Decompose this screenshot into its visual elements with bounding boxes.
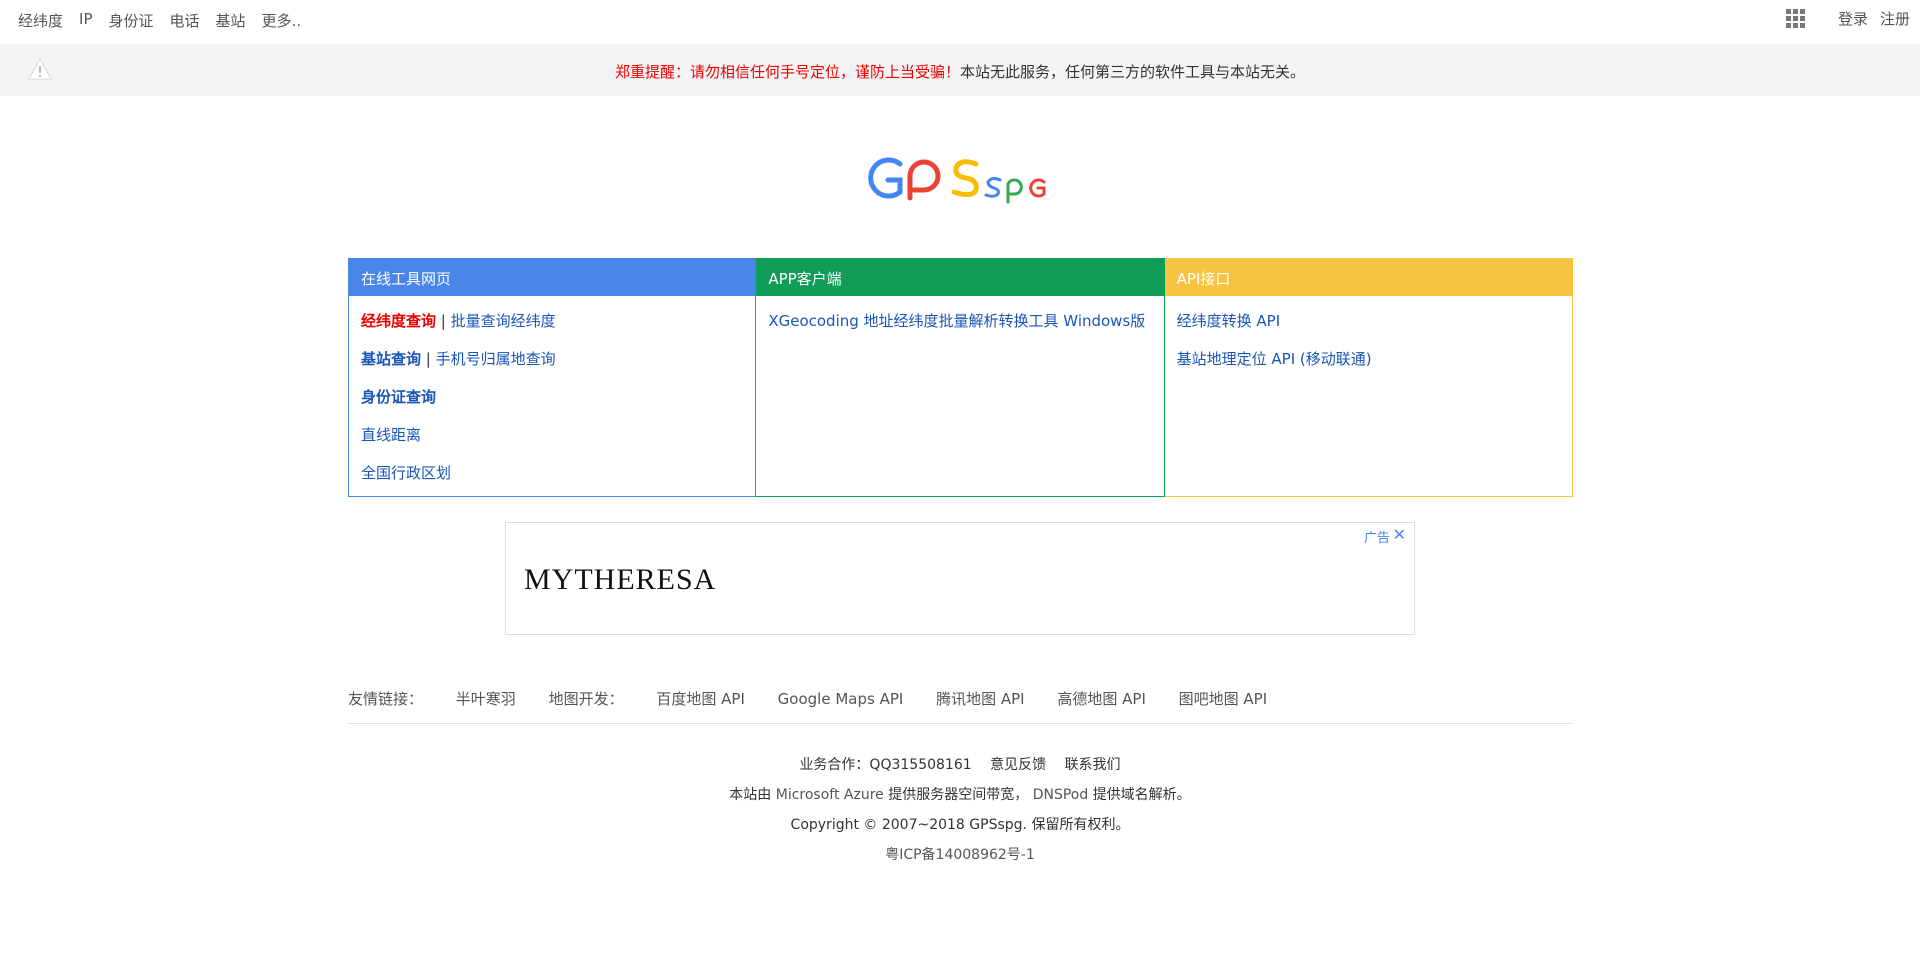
footer: 业务合作：QQ315508161 意见反馈 联系我们 本站由 Microsoft…: [0, 753, 1920, 873]
latlng-query-link[interactable]: 经纬度查询: [361, 312, 436, 330]
admin-regions-link[interactable]: 全国行政区划: [361, 464, 451, 482]
gpsspg-logo[interactable]: [862, 150, 1062, 206]
notice-disclaimer-text: 本站无此服务，任何第三方的软件工具与本站无关。: [960, 63, 1306, 81]
online-tools-panel: 在线工具网页 经纬度查询 | 批量查询经纬度 基站查询 | 手机号归属地查询 身…: [348, 258, 757, 497]
basestation-query-link[interactable]: 基站查询: [361, 350, 421, 368]
basestation-api-link[interactable]: 基站地理定位 API (移动联通): [1177, 350, 1372, 368]
feedback-link[interactable]: 意见反馈: [990, 757, 1046, 773]
xgeocoding-link[interactable]: XGeocoding 地址经纬度批量解析转换工具 Windows版: [768, 312, 1145, 330]
notice-text: 郑重提醒：请勿相信任何手号定位，谨防上当受骗！本站无此服务，任何第三方的软件工具…: [0, 61, 1920, 82]
app-client-panel: APP客户端 XGeocoding 地址经纬度批量解析转换工具 Windows版: [756, 258, 1165, 497]
azure-link[interactable]: Microsoft Azure: [776, 787, 884, 803]
nav-idcard[interactable]: 身份证: [109, 10, 154, 31]
business-contact[interactable]: 业务合作：QQ315508161: [799, 757, 971, 773]
friend-links-label: 友情链接：: [348, 690, 424, 708]
separator: |: [440, 312, 451, 330]
advertisement-banner[interactable]: MYTHERESA 广告 ✕: [505, 522, 1415, 635]
tencent-map-api-link[interactable]: 腾讯地图 API: [936, 690, 1025, 708]
ad-label[interactable]: 广告: [1364, 527, 1390, 546]
friend-links-bar: 友情链接： 半叶寒羽 地图开发： 百度地图 API Google Maps AP…: [348, 688, 1573, 724]
hosting-mid: 提供服务器空间带宽，: [888, 787, 1029, 803]
idcard-query-link[interactable]: 身份证查询: [361, 388, 436, 406]
top-navigation: 经纬度 IP 身份证 电话 基站 更多.. 登录 注册: [0, 0, 1920, 44]
ad-brand[interactable]: MYTHERESA: [524, 563, 716, 597]
warning-notice-bar: 郑重提醒：请勿相信任何手号定位，谨防上当受骗！本站无此服务，任何第三方的软件工具…: [0, 44, 1920, 96]
friend-link-item[interactable]: 半叶寒羽: [456, 690, 516, 708]
contact-link[interactable]: 联系我们: [1065, 757, 1121, 773]
top-nav-account: 登录 注册: [1785, 8, 1910, 29]
online-tools-header: 在线工具网页: [349, 259, 756, 296]
dnspod-link[interactable]: DNSPod: [1033, 787, 1089, 803]
register-link[interactable]: 注册: [1880, 8, 1910, 29]
nav-more[interactable]: 更多..: [262, 10, 302, 31]
ad-close-icon[interactable]: ✕: [1393, 525, 1406, 544]
service-panels: 在线工具网页 经纬度查询 | 批量查询经纬度 基站查询 | 手机号归属地查询 身…: [348, 258, 1573, 497]
nav-ip[interactable]: IP: [79, 10, 92, 31]
map-dev-label: 地图开发：: [548, 690, 624, 708]
nav-basestation[interactable]: 基站: [216, 10, 246, 31]
apps-grid-icon[interactable]: [1785, 8, 1806, 29]
icp-link[interactable]: 粤ICP备14008962号-1: [885, 847, 1035, 863]
separator: |: [425, 350, 436, 368]
api-panel: API接口 经纬度转换 API 基站地理定位 API (移动联通): [1164, 258, 1573, 497]
google-maps-api-link[interactable]: Google Maps API: [778, 690, 904, 708]
hosting-suffix: 提供域名解析。: [1092, 787, 1191, 803]
api-header: API接口: [1164, 259, 1572, 296]
baidu-map-api-link[interactable]: 百度地图 API: [656, 690, 745, 708]
app-client-header: APP客户端: [756, 259, 1164, 296]
batch-query-link[interactable]: 批量查询经纬度: [451, 312, 556, 330]
mapbar-api-link[interactable]: 图吧地图 API: [1179, 690, 1268, 708]
login-link[interactable]: 登录: [1838, 8, 1868, 29]
amap-api-link[interactable]: 高德地图 API: [1057, 690, 1146, 708]
nav-latlng[interactable]: 经纬度: [18, 10, 63, 31]
top-nav-links: 经纬度 IP 身份证 电话 基站 更多..: [18, 10, 317, 31]
latlng-api-link[interactable]: 经纬度转换 API: [1177, 312, 1281, 330]
nav-phone[interactable]: 电话: [170, 10, 200, 31]
copyright-text: Copyright © 2007~2018 GPSspg. 保留所有权利。: [790, 817, 1130, 833]
phone-location-link[interactable]: 手机号归属地查询: [436, 350, 556, 368]
notice-warning-text: 郑重提醒：请勿相信任何手号定位，谨防上当受骗！: [614, 63, 960, 81]
line-distance-link[interactable]: 直线距离: [361, 426, 421, 444]
hosting-prefix: 本站由: [729, 787, 772, 803]
